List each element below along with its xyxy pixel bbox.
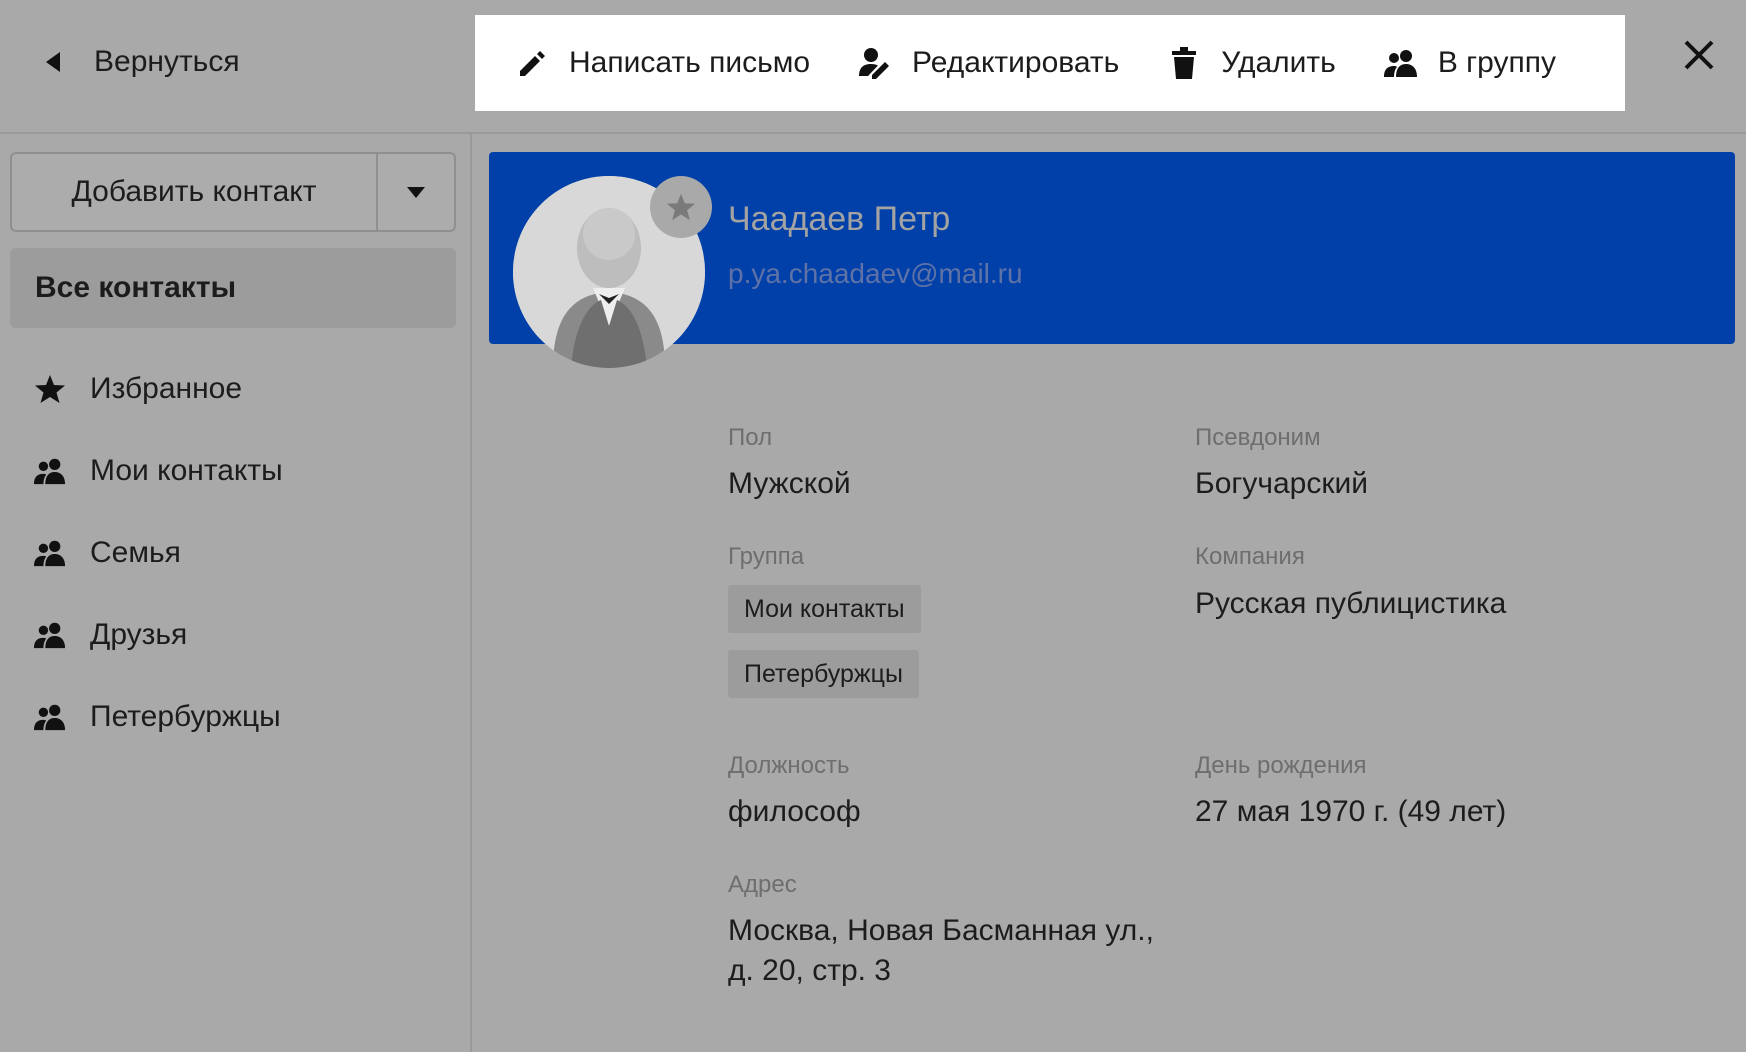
address-line-2: д. 20, стр. 3 (728, 954, 891, 987)
sidebar-item-label: Друзья (90, 618, 188, 651)
users-icon (1383, 46, 1418, 80)
position-value: философ (728, 795, 861, 828)
birthday-value: 27 мая 1970 г. (49 лет) (1195, 795, 1507, 828)
top-bar: Вернуться Написать письмо Редактировать … (0, 0, 1746, 134)
sidebar-item-friends[interactable]: Друзья (0, 594, 470, 676)
group-tag[interactable]: Мои контакты (728, 585, 921, 633)
add-contact-dropdown[interactable] (378, 154, 454, 230)
back-button[interactable]: Вернуться (46, 40, 240, 84)
sidebar-nav: Избранное Мои контакты Семья Друзья Пете… (0, 348, 470, 758)
write-email-label: Написать письмо (569, 46, 811, 79)
add-contact-button[interactable]: Добавить контакт (12, 154, 378, 230)
contact-email[interactable]: p.ya.chaadaev@mail.ru (728, 258, 1023, 290)
back-arrow-icon (46, 52, 60, 72)
sidebar-item-label: Петербуржцы (90, 700, 281, 733)
users-icon (34, 537, 66, 569)
contact-name: Чаадаев Петр (728, 200, 951, 238)
back-label: Вернуться (94, 45, 240, 78)
address-label: Адрес (728, 871, 797, 898)
close-button[interactable] (1680, 36, 1718, 74)
add-contact-split-button: Добавить контакт (10, 152, 456, 232)
users-icon (34, 455, 66, 487)
group-tag[interactable]: Петербуржцы (728, 650, 919, 698)
sidebar-item-my-contacts[interactable]: Мои контакты (0, 430, 470, 512)
company-label: Компания (1195, 543, 1305, 570)
company-value: Русская публицистика (1195, 587, 1507, 620)
pencil-icon (515, 46, 549, 80)
add-to-group-label: В группу (1437, 46, 1556, 79)
sidebar-item-label: Избранное (90, 372, 243, 405)
trash-icon (1167, 46, 1201, 80)
chevron-down-icon (407, 186, 425, 198)
sidebar-item-label: Мои контакты (90, 454, 283, 487)
close-icon (1684, 40, 1714, 70)
group-label: Группа (728, 543, 805, 570)
nickname-value: Богучарский (1195, 467, 1368, 500)
sidebar-item-family[interactable]: Семья (0, 512, 470, 594)
delete-label: Удалить (1221, 46, 1336, 79)
address-line-1: Москва, Новая Басманная ул., (728, 914, 1154, 947)
edit-label: Редактировать (912, 46, 1120, 79)
gender-value: Мужской (728, 467, 851, 500)
nickname-label: Псевдоним (1195, 424, 1321, 451)
star-icon (666, 193, 696, 221)
star-icon (34, 373, 66, 405)
sidebar-item-all-contacts[interactable]: Все контакты (10, 248, 456, 328)
users-icon (34, 619, 66, 651)
sidebar-item-label: Семья (90, 536, 181, 569)
add-to-group-button[interactable]: В группу (1383, 46, 1556, 80)
write-email-button[interactable]: Написать письмо (515, 46, 810, 80)
birthday-label: День рождения (1195, 752, 1367, 779)
gender-label: Пол (728, 424, 773, 451)
sidebar: Добавить контакт Все контакты Избранное … (0, 134, 472, 1052)
favorite-toggle[interactable] (650, 176, 712, 238)
sidebar-item-favorites[interactable]: Избранное (0, 348, 470, 430)
users-icon (34, 701, 66, 733)
position-label: Должность (728, 752, 850, 779)
delete-button[interactable]: Удалить (1167, 46, 1336, 80)
action-toolbar: Написать письмо Редактировать Удалить В … (475, 15, 1625, 111)
edit-button[interactable]: Редактировать (858, 46, 1119, 80)
sidebar-item-petersburgers[interactable]: Петербуржцы (0, 676, 470, 758)
user-edit-icon (858, 46, 892, 80)
